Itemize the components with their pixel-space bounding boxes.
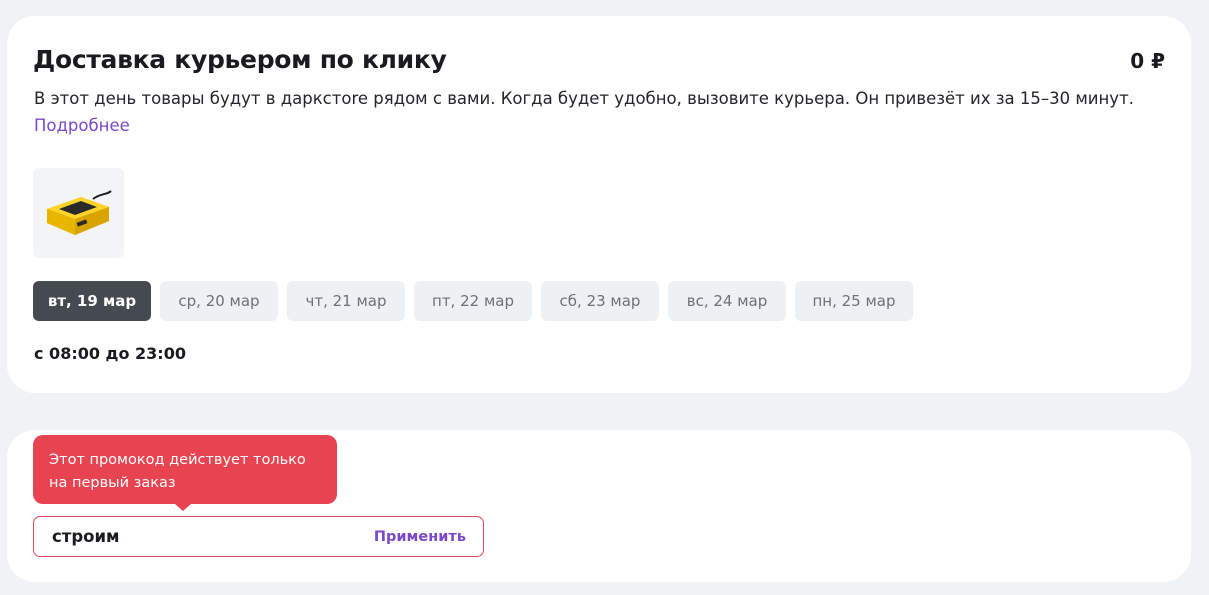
product-thumbnail[interactable]	[33, 168, 124, 258]
date-chip[interactable]: вт, 19 мар	[33, 281, 151, 321]
promo-code-field: Применить	[33, 516, 484, 557]
promo-code-input[interactable]	[52, 517, 352, 556]
tooltip-arrow	[175, 504, 191, 511]
apply-promo-button[interactable]: Применить	[374, 517, 466, 556]
more-info-link[interactable]: Подробнее	[34, 116, 130, 135]
delivery-price: 0 ₽	[1130, 49, 1165, 73]
delivery-title: Доставка курьером по клику	[33, 45, 447, 74]
date-chip[interactable]: вс, 24 мар	[668, 281, 786, 321]
delivery-card: Доставка курьером по клику 0 ₽ В этот де…	[7, 16, 1191, 393]
tooltip-line: на первый заказ	[49, 475, 176, 491]
date-chip[interactable]: ср, 20 мар	[160, 281, 278, 321]
tooltip-line: Этот промокод действует только	[49, 452, 306, 468]
date-chip[interactable]: пт, 22 мар	[414, 281, 532, 321]
date-chip[interactable]: сб, 23 мар	[541, 281, 659, 321]
date-chip[interactable]: пн, 25 мар	[795, 281, 913, 321]
promo-card: Этот промокод действует только на первый…	[7, 430, 1191, 582]
battery-charger-image	[46, 190, 112, 235]
date-chip[interactable]: чт, 21 мар	[287, 281, 405, 321]
delivery-description: В этот день товары будут в даркстore ряд…	[34, 89, 1134, 108]
promo-error-tooltip: Этот промокод действует только на первый…	[33, 435, 337, 504]
date-selector: вт, 19 мар ср, 20 мар чт, 21 мар пт, 22 …	[33, 281, 913, 321]
delivery-hours: с 08:00 до 23:00	[34, 344, 186, 363]
